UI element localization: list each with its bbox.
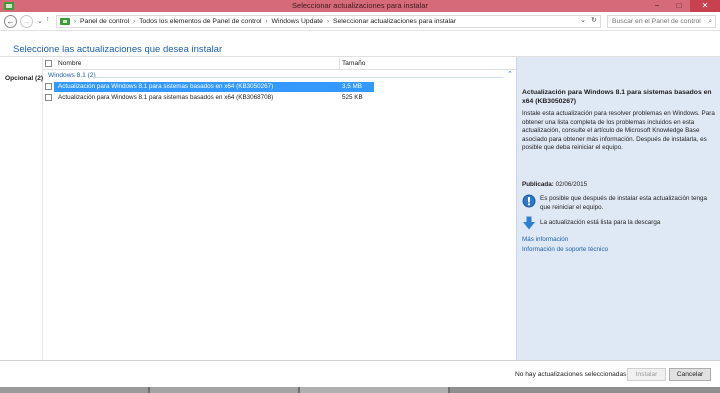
breadcrumb-separator: › — [74, 18, 76, 25]
update-size: 3,5 MB — [342, 83, 362, 90]
refresh-button[interactable]: ↻ — [591, 16, 597, 24]
breadcrumb-separator: › — [265, 18, 268, 25]
install-button[interactable]: Instalar — [627, 368, 666, 381]
update-checkbox[interactable] — [45, 83, 52, 90]
download-arrow-icon — [523, 216, 535, 230]
column-header-size[interactable]: Tamaño — [342, 60, 365, 67]
list-header: Nombre Tamaño — [43, 57, 516, 70]
details-panel: Actualización para Windows 8.1 para sist… — [516, 57, 720, 360]
recent-locations-button[interactable]: ⌄ — [37, 17, 43, 25]
update-name: Actualización para Windows 8.1 para sist… — [58, 94, 274, 101]
address-field[interactable]: › Panel de control › Todos los elementos… — [56, 15, 601, 28]
breadcrumb-item-todos-los-elementos[interactable]: Todos los elementos de Panel de control — [139, 18, 261, 25]
group-header[interactable]: Windows 8.1 (2) ⌃ — [43, 71, 516, 82]
update-size: 525 KB — [342, 94, 363, 101]
minimize-button[interactable]: − — [646, 0, 668, 12]
collapse-chevron-icon[interactable]: ⌃ — [507, 70, 513, 78]
details-title: Actualización para Windows 8.1 para sist… — [522, 89, 712, 105]
window-controls: − □ ✕ — [646, 0, 720, 12]
published-value: 02/06/2015 — [555, 181, 588, 188]
support-info-link[interactable]: Información de soporte técnico — [522, 246, 608, 253]
breadcrumb-item-seleccionar[interactable]: Seleccionar actualizaciones para instala… — [333, 18, 456, 25]
column-header-name[interactable]: Nombre — [58, 60, 81, 67]
restart-note-text: Es posible que después de instalar esta … — [540, 195, 707, 211]
forward-button[interactable]: → — [20, 15, 33, 28]
select-all-checkbox[interactable] — [45, 60, 52, 67]
breadcrumb-separator: › — [133, 18, 136, 25]
back-button[interactable]: ← — [4, 15, 17, 28]
download-note-text: La actualización está lista para la desc… — [540, 219, 661, 226]
list-item[interactable]: Actualización para Windows 8.1 para sist… — [43, 82, 516, 92]
search-input[interactable] — [612, 18, 702, 25]
restart-note: Es posible que después de instalar esta … — [522, 194, 718, 212]
up-button[interactable]: ↑ — [46, 16, 50, 23]
taskbar-item[interactable] — [150, 387, 298, 393]
update-checkbox[interactable] — [45, 94, 52, 101]
search-box[interactable]: ⌕ — [607, 15, 716, 28]
more-info-link[interactable]: Más información — [522, 236, 568, 243]
update-name: Actualización para Windows 8.1 para sist… — [58, 83, 274, 90]
group-line — [93, 77, 503, 78]
page-title: Seleccione las actualizaciones que desea… — [13, 44, 223, 55]
taskbar — [0, 387, 720, 393]
title-bar: Seleccionar actualizaciones para instala… — [0, 0, 720, 12]
breadcrumb-separator: › — [326, 18, 329, 25]
maximize-button[interactable]: □ — [668, 0, 690, 12]
address-history-dropdown[interactable]: ⌄ — [580, 16, 586, 24]
taskbar-item[interactable] — [300, 387, 448, 393]
window-title: Seleccionar actualizaciones para instala… — [292, 1, 428, 10]
category-optional[interactable]: Opcional (2) — [5, 75, 43, 82]
cancel-button[interactable]: Cancelar — [669, 368, 711, 381]
download-note: La actualización está lista para la desc… — [522, 216, 718, 230]
address-bar: ← → ⌄ ↑ › Panel de control › Todos los e… — [0, 12, 720, 31]
group-label: Windows 8.1 (2) — [48, 72, 96, 79]
list-item[interactable]: Actualización para Windows 8.1 para sist… — [43, 93, 516, 103]
breadcrumb-item-panel-de-control[interactable]: Panel de control — [80, 18, 129, 25]
updates-list: Nombre Tamaño Windows 8.1 (2) ⌃ Actualiz… — [43, 57, 516, 360]
breadcrumb-item-windows-update[interactable]: Windows Update — [272, 18, 323, 25]
footer: No hay actualizaciones seleccionadas. In… — [0, 361, 720, 387]
selection-status: No hay actualizaciones seleccionadas. — [515, 371, 629, 378]
info-icon — [522, 194, 536, 208]
published-label: Publicada: — [522, 181, 554, 188]
close-button[interactable]: ✕ — [690, 0, 720, 12]
column-divider[interactable] — [339, 58, 340, 69]
category-column: Opcional (2) — [0, 57, 43, 360]
published-date: Publicada: 02/06/2015 — [522, 181, 587, 188]
taskbar-item[interactable] — [0, 387, 148, 393]
search-icon[interactable]: ⌕ — [708, 18, 712, 26]
details-description: Instale esta actualización para resolver… — [522, 110, 715, 152]
control-panel-icon — [60, 18, 70, 25]
taskbar-empty — [450, 387, 720, 393]
